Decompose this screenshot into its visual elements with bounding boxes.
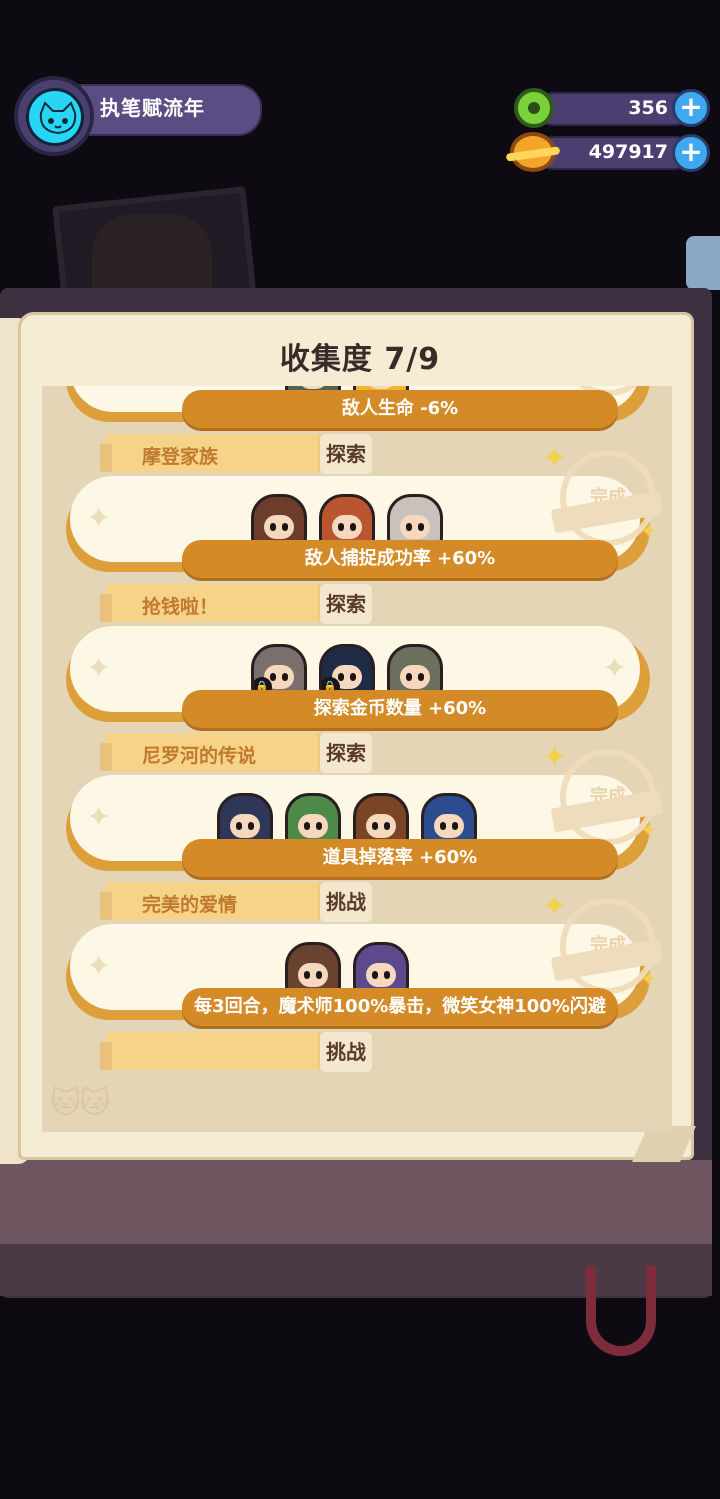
sparkle-icon: ✦ — [640, 386, 657, 396]
entry-title: 摩登家族 — [142, 446, 219, 468]
player-name: 执笔赋流年 — [100, 96, 205, 120]
entry-title-tag: 抢钱啦！ — [100, 584, 324, 622]
diamond-ornament-icon: ✦ — [86, 949, 112, 984]
add-coin-button[interactable]: + — [672, 134, 710, 172]
avatar[interactable] — [26, 88, 84, 146]
sparkle-icon: ✦ — [640, 519, 657, 543]
sparkle-icon: ✦ — [640, 967, 657, 991]
collection-entry[interactable]: 摩登家族 探索 ✦ 完成 ✦ ✦ 敌人捕捉成功率 +60% — [42, 434, 672, 584]
entry-title-tag: 完美的爱情 — [100, 882, 324, 920]
collection-entry[interactable]: ✦完成✦✦敌人生命 -6% — [42, 386, 672, 434]
collection-entry[interactable]: 抢钱啦！ 探索 ✦ ✦ 🔒 🔒 探索金币数量 +60% — [42, 584, 672, 734]
sparkle-icon: ✦ — [542, 441, 568, 476]
entry-mode-button[interactable]: 探索 — [320, 584, 372, 624]
entry-title: 尼罗河的传说 — [142, 745, 257, 767]
add-gem-button[interactable]: + — [672, 89, 710, 127]
entry-title-tag — [100, 1032, 324, 1070]
bookmark-ribbon — [586, 1266, 656, 1356]
entry-bonus-text: 道具掉落率 +60% — [182, 839, 618, 877]
green-donut-icon — [514, 88, 554, 128]
sparkle-icon: ✦ — [542, 740, 568, 775]
entry-title: 抢钱啦！ — [142, 596, 219, 618]
entry-bonus-text: 探索金币数量 +60% — [182, 690, 618, 728]
collection-entry[interactable]: 完美的爱情 挑战 ✦ 完成 ✦ ✦ 每3回合，魔术师100%暴击，微笑女神100%闪避 — [42, 882, 672, 1032]
collection-entry[interactable]: 尼罗河的传说 探索 ✦ 完成 ✦ ✦ 道具掉落率 +60% — [42, 733, 672, 883]
cat-watermark-icon: 🐱🐱 — [50, 1086, 111, 1121]
entry-mode-button[interactable]: 探索 — [320, 733, 372, 773]
collection-entry[interactable]: 挑战 — [42, 1032, 672, 1132]
gem-value: 356 — [628, 97, 668, 119]
sparkle-icon: ✦ — [640, 818, 657, 842]
entry-mode-button[interactable]: 挑战 — [320, 1032, 372, 1072]
entry-mode-button[interactable]: 挑战 — [320, 882, 372, 922]
diamond-ornament-icon: ✦ — [86, 651, 112, 686]
entry-bonus-text: 每3回合，魔术师100%暴击，微笑女神100%闪避 — [182, 988, 618, 1026]
background-frame-art — [92, 214, 212, 294]
diamond-ornament-icon: ✦ — [602, 651, 628, 686]
diamond-ornament-icon: ✦ — [86, 800, 112, 835]
paper-clip-icon — [686, 236, 720, 290]
entry-title: 完美的爱情 — [142, 894, 238, 916]
sparkle-icon: ✦ — [542, 889, 568, 924]
diamond-ornament-icon: ✦ — [86, 501, 112, 536]
entry-bonus-text: 敌人生命 -6% — [182, 390, 618, 428]
entry-mode-button[interactable]: 探索 — [320, 434, 372, 474]
entry-bonus-text: 敌人捕捉成功率 +60% — [182, 540, 618, 578]
coin-value: 497917 — [588, 141, 668, 163]
collection-progress-title: 收集度 7/9 — [279, 342, 441, 377]
collection-list[interactable]: ✦完成✦✦敌人生命 -6%摩登家族探索✦完成✦✦敌人捕捉成功率 +60%抢钱啦！… — [42, 386, 672, 1132]
entry-title-tag: 尼罗河的传说 — [100, 733, 324, 771]
gold-planet-icon — [505, 132, 561, 172]
cat-avatar-icon — [39, 101, 77, 135]
entry-title-tag: 摩登家族 — [100, 434, 324, 472]
